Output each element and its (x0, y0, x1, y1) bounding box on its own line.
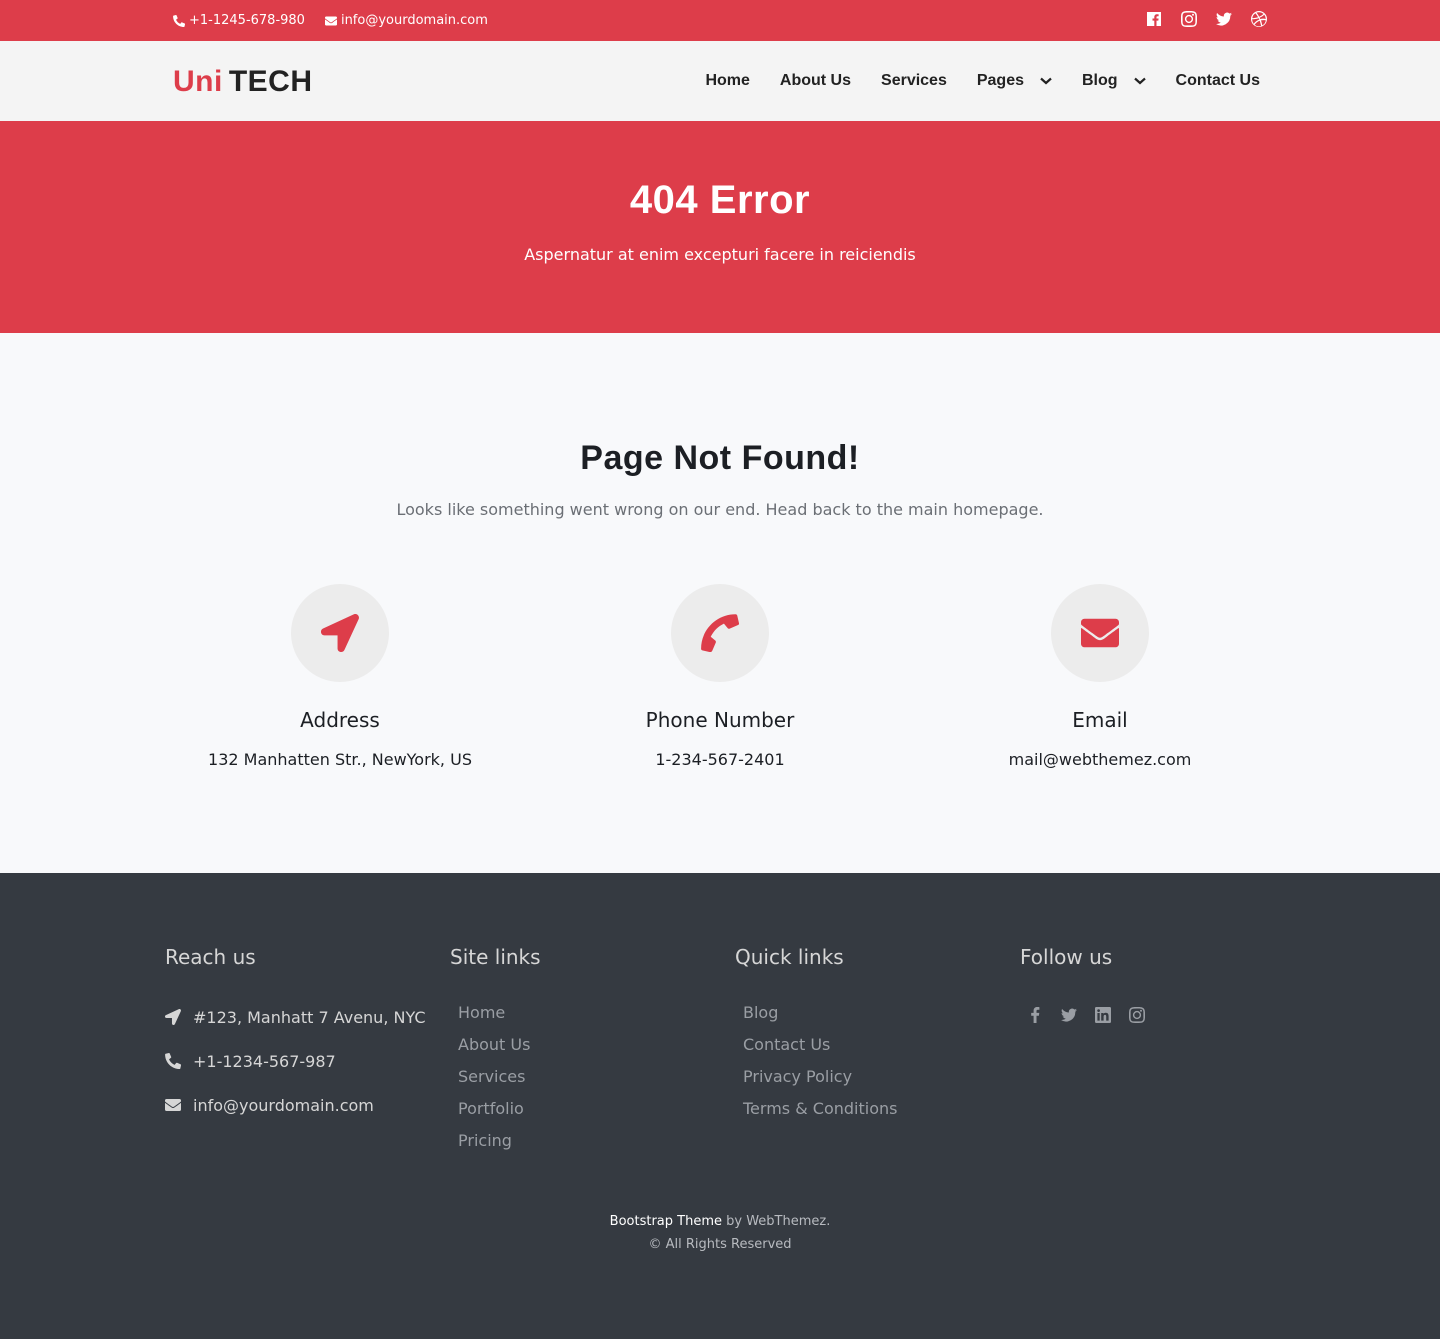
phone-icon-circle (671, 584, 769, 682)
email-value: mail@webthemez.com (1008, 750, 1192, 769)
contact-cards: Address 132 Manhatten Str., NewYork, US … (150, 584, 1290, 769)
linkedin-icon[interactable] (1095, 1007, 1111, 1027)
site-link-home[interactable]: Home (450, 1003, 541, 1035)
dribbble-icon[interactable] (1251, 10, 1267, 31)
envelope-icon (165, 1099, 181, 1111)
credit-by: by WebThemez. (721, 1214, 831, 1229)
brand-part2: TECH (228, 65, 313, 98)
nav-item-services[interactable]: Services (881, 72, 947, 90)
reach-address-text: #123, Manhatt 7 Avenu, NYC (193, 1007, 426, 1027)
reach-email-text: info@yourdomain.com (193, 1095, 374, 1115)
twitter-icon[interactable] (1216, 11, 1232, 31)
site-links-title: Site links (450, 945, 541, 969)
site-link-portfolio[interactable]: Portfolio (450, 1099, 541, 1131)
footer-quick-links: Quick links Blog Contact Us Privacy Poli… (735, 945, 897, 1131)
instagram-icon[interactable] (1181, 10, 1197, 31)
reach-email[interactable]: info@yourdomain.com (165, 1083, 426, 1127)
credit-theme-link[interactable]: Bootstrap Theme (610, 1214, 722, 1229)
navbar: Uni TECH Home About Us Services Pages Blo… (0, 41, 1440, 121)
brand-logo[interactable]: Uni TECH (173, 65, 313, 99)
hero-subtitle: Aspernatur at enim excepturi facere in r… (524, 245, 916, 264)
site-link-services[interactable]: Services (450, 1067, 541, 1099)
reach-phone-text: +1-1234-567-987 (193, 1051, 336, 1071)
location-arrow-icon (165, 1009, 181, 1025)
site-link-about[interactable]: About Us (450, 1035, 541, 1067)
site-link-pricing[interactable]: Pricing (450, 1131, 541, 1163)
location-arrow-icon (321, 614, 359, 652)
footer-reach-us: Reach us #123, Manhatt 7 Avenu, NYC +1-1… (165, 945, 426, 1127)
main-content: Page Not Found! Looks like something wen… (0, 333, 1440, 873)
copyright: © All Rights Reserved (648, 1237, 792, 1252)
quick-link-contact[interactable]: Contact Us (735, 1035, 897, 1067)
email-icon-circle (1051, 584, 1149, 682)
nav-label: Blog (1082, 72, 1118, 89)
footer-follow-us: Follow us (1020, 945, 1145, 1027)
instagram-icon[interactable] (1129, 1007, 1145, 1027)
main-menu: Home About Us Services Pages Blog Contac… (675, 41, 1260, 121)
page-title: Page Not Found! (580, 439, 860, 477)
top-email[interactable]: info@yourdomain.com (324, 13, 488, 28)
facebook-icon[interactable] (1027, 1007, 1043, 1027)
nav-label: Home (705, 72, 750, 89)
chevron-down-icon (1040, 77, 1052, 85)
nav-item-blog[interactable]: Blog (1082, 72, 1146, 90)
email-title: Email (1072, 708, 1128, 732)
nav-label: Services (881, 72, 947, 89)
nav-label: Contact Us (1175, 72, 1260, 89)
page-subtitle: Looks like something went wrong on our e… (396, 500, 1044, 519)
nav-item-pages[interactable]: Pages (977, 72, 1052, 90)
footer: Reach us #123, Manhatt 7 Avenu, NYC +1-1… (0, 873, 1440, 1339)
envelope-icon (1081, 618, 1119, 648)
top-bar: +1-1245-678-980 info@yourdomain.com (0, 0, 1440, 41)
footer-credit: Bootstrap Theme by WebThemez. © All Righ… (0, 1210, 1440, 1256)
nav-item-about[interactable]: About Us (780, 72, 851, 90)
phone-value: 1-234-567-2401 (655, 750, 785, 769)
top-social (1146, 0, 1267, 41)
top-email-text: info@yourdomain.com (340, 13, 488, 28)
top-contact: +1-1245-678-980 info@yourdomain.com (173, 0, 488, 41)
phone-title: Phone Number (645, 708, 795, 732)
footer-site-links: Site links Home About Us Services Portfo… (450, 945, 541, 1163)
nav-item-home[interactable]: Home (705, 72, 749, 90)
reach-phone[interactable]: +1-1234-567-987 (165, 1039, 426, 1083)
reach-address: #123, Manhatt 7 Avenu, NYC (165, 995, 426, 1039)
brand-part1: Uni (173, 65, 223, 98)
phone-card: Phone Number 1-234-567-2401 (530, 584, 910, 769)
hero-title: 404 Error (629, 178, 811, 222)
nav-label: Pages (976, 72, 1024, 89)
address-value: 132 Manhatten Str., NewYork, US (208, 750, 472, 769)
chevron-down-icon (1133, 77, 1146, 85)
quick-links-title: Quick links (735, 945, 844, 969)
phone-icon (173, 14, 185, 27)
address-card: Address 132 Manhatten Str., NewYork, US (150, 584, 530, 769)
nav-item-contact[interactable]: Contact Us (1176, 72, 1260, 90)
quick-link-terms[interactable]: Terms & Conditions (735, 1099, 897, 1131)
reach-title: Reach us (165, 945, 256, 969)
phone-icon (165, 1053, 181, 1069)
twitter-icon[interactable] (1061, 1007, 1077, 1027)
top-phone[interactable]: +1-1245-678-980 (173, 13, 305, 28)
top-phone-text: +1-1245-678-980 (189, 13, 305, 28)
address-title: Address (300, 708, 380, 732)
quick-link-blog[interactable]: Blog (735, 1003, 897, 1035)
address-icon-circle (291, 584, 389, 682)
facebook-icon[interactable] (1146, 11, 1162, 31)
follow-icons (1020, 1007, 1145, 1027)
email-card: Email mail@webthemez.com (910, 584, 1290, 769)
quick-link-privacy[interactable]: Privacy Policy (735, 1067, 897, 1099)
hero-banner: 404 Error Aspernatur at enim excepturi f… (0, 121, 1440, 333)
phone-icon (701, 614, 739, 652)
follow-title: Follow us (1020, 945, 1113, 969)
envelope-icon (324, 16, 337, 25)
nav-label: About Us (779, 72, 852, 89)
